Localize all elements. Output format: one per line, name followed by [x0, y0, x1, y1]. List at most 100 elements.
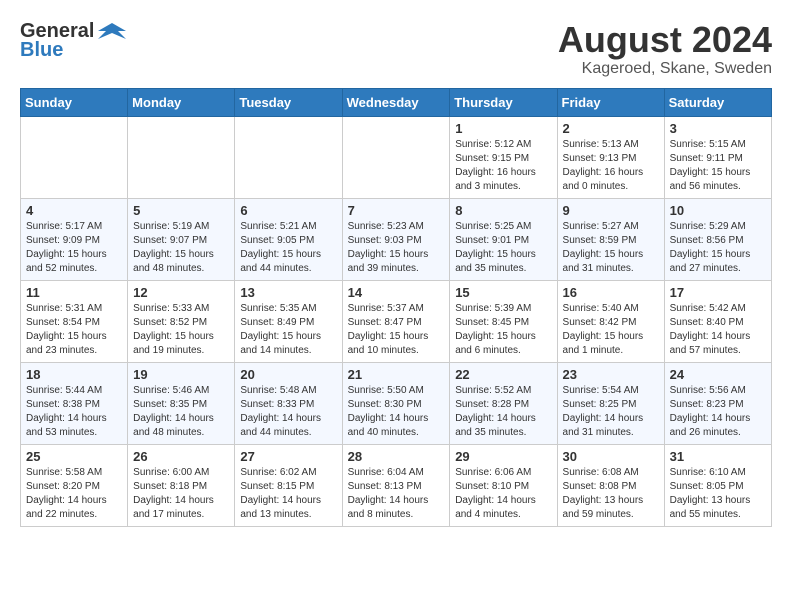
day-info: Sunrise: 5:52 AM Sunset: 8:28 PM Dayligh…	[455, 384, 551, 440]
calendar-cell: 21 Sunrise: 5:50 AM Sunset: 8:30 PM Dayli…	[342, 362, 450, 444]
day-info: Sunrise: 5:17 AM Sunset: 9:09 PM Dayligh…	[26, 220, 122, 276]
day-info: Sunrise: 5:29 AM Sunset: 8:56 PM Dayligh…	[670, 220, 766, 276]
day-info: Sunrise: 5:48 AM Sunset: 8:33 PM Dayligh…	[240, 384, 336, 440]
day-number: 19	[133, 367, 229, 382]
calendar-week-row: 25 Sunrise: 5:58 AM Sunset: 8:20 PM Dayli…	[21, 444, 772, 526]
calendar-cell: 1Sunrise: 5:12 AM Sunset: 9:15 PM Daylig…	[450, 116, 557, 198]
day-number: 9	[563, 203, 659, 218]
day-info: Sunrise: 5:27 AM Sunset: 8:59 PM Dayligh…	[563, 220, 659, 276]
logo-bird-icon	[98, 21, 126, 43]
calendar-cell	[235, 116, 342, 198]
location-subtitle: Kageroed, Skane, Sweden	[558, 60, 772, 78]
day-number: 24	[670, 367, 766, 382]
calendar-cell: 7Sunrise: 5:23 AM Sunset: 9:03 PM Daylig…	[342, 198, 450, 280]
title-section: August 2024 Kageroed, Skane, Sweden	[558, 20, 772, 78]
day-number: 11	[26, 285, 122, 300]
calendar-cell: 23 Sunrise: 5:54 AM Sunset: 8:25 PM Dayli…	[557, 362, 664, 444]
calendar-cell: 8Sunrise: 5:25 AM Sunset: 9:01 PM Daylig…	[450, 198, 557, 280]
day-number: 25	[26, 449, 122, 464]
day-number: 12	[133, 285, 229, 300]
day-info: Sunrise: 6:04 AM Sunset: 8:13 PM Dayligh…	[348, 466, 445, 522]
calendar-cell	[21, 116, 128, 198]
day-number: 2	[563, 121, 659, 136]
calendar-cell: 15 Sunrise: 5:39 AM Sunset: 8:45 PM Dayli…	[450, 280, 557, 362]
day-info: Sunrise: 5:15 AM Sunset: 9:11 PM Dayligh…	[670, 138, 766, 194]
day-info: Sunrise: 5:23 AM Sunset: 9:03 PM Dayligh…	[348, 220, 445, 276]
calendar-cell	[128, 116, 235, 198]
day-number: 6	[240, 203, 336, 218]
calendar-cell: 10Sunrise: 5:29 AM Sunset: 8:56 PM Dayli…	[664, 198, 771, 280]
calendar-cell: 24 Sunrise: 5:56 AM Sunset: 8:23 PM Dayli…	[664, 362, 771, 444]
weekday-header-saturday: Saturday	[664, 88, 771, 116]
weekday-header-wednesday: Wednesday	[342, 88, 450, 116]
calendar-cell: 11 Sunrise: 5:31 AM Sunset: 8:54 PM Dayli…	[21, 280, 128, 362]
calendar-cell: 13Sunrise: 5:35 AM Sunset: 8:49 PM Dayli…	[235, 280, 342, 362]
day-info: Sunrise: 6:02 AM Sunset: 8:15 PM Dayligh…	[240, 466, 336, 522]
calendar-cell: 22 Sunrise: 5:52 AM Sunset: 8:28 PM Dayli…	[450, 362, 557, 444]
calendar-cell: 29 Sunrise: 6:06 AM Sunset: 8:10 PM Dayli…	[450, 444, 557, 526]
calendar-cell: 25 Sunrise: 5:58 AM Sunset: 8:20 PM Dayli…	[21, 444, 128, 526]
day-info: Sunrise: 5:19 AM Sunset: 9:07 PM Dayligh…	[133, 220, 229, 276]
weekday-header-friday: Friday	[557, 88, 664, 116]
day-info: Sunrise: 5:12 AM Sunset: 9:15 PM Dayligh…	[455, 138, 551, 194]
day-number: 28	[348, 449, 445, 464]
calendar-header-row: SundayMondayTuesdayWednesdayThursdayFrid…	[21, 88, 772, 116]
calendar-cell: 3 Sunrise: 5:15 AM Sunset: 9:11 PM Daylig…	[664, 116, 771, 198]
calendar-cell: 20 Sunrise: 5:48 AM Sunset: 8:33 PM Dayli…	[235, 362, 342, 444]
logo-blue-text: Blue	[20, 39, 63, 62]
calendar-cell: 28 Sunrise: 6:04 AM Sunset: 8:13 PM Dayli…	[342, 444, 450, 526]
calendar-cell: 5 Sunrise: 5:19 AM Sunset: 9:07 PM Daylig…	[128, 198, 235, 280]
day-number: 31	[670, 449, 766, 464]
day-number: 23	[563, 367, 659, 382]
calendar-cell	[342, 116, 450, 198]
day-number: 18	[26, 367, 122, 382]
day-info: Sunrise: 5:21 AM Sunset: 9:05 PM Dayligh…	[240, 220, 336, 276]
calendar-cell: 4 Sunrise: 5:17 AM Sunset: 9:09 PM Daylig…	[21, 198, 128, 280]
day-info: Sunrise: 5:58 AM Sunset: 8:20 PM Dayligh…	[26, 466, 122, 522]
calendar-week-row: 4 Sunrise: 5:17 AM Sunset: 9:09 PM Daylig…	[21, 198, 772, 280]
calendar-cell: 26Sunrise: 6:00 AM Sunset: 8:18 PM Dayli…	[128, 444, 235, 526]
calendar-cell: 14Sunrise: 5:37 AM Sunset: 8:47 PM Dayli…	[342, 280, 450, 362]
day-info: Sunrise: 6:10 AM Sunset: 8:05 PM Dayligh…	[670, 466, 766, 522]
weekday-header-tuesday: Tuesday	[235, 88, 342, 116]
day-info: Sunrise: 6:08 AM Sunset: 8:08 PM Dayligh…	[563, 466, 659, 522]
day-number: 27	[240, 449, 336, 464]
day-info: Sunrise: 5:50 AM Sunset: 8:30 PM Dayligh…	[348, 384, 445, 440]
day-number: 13	[240, 285, 336, 300]
calendar-cell: 17Sunrise: 5:42 AM Sunset: 8:40 PM Dayli…	[664, 280, 771, 362]
day-number: 4	[26, 203, 122, 218]
day-number: 15	[455, 285, 551, 300]
day-info: Sunrise: 5:54 AM Sunset: 8:25 PM Dayligh…	[563, 384, 659, 440]
day-number: 30	[563, 449, 659, 464]
day-number: 5	[133, 203, 229, 218]
day-info: Sunrise: 5:56 AM Sunset: 8:23 PM Dayligh…	[670, 384, 766, 440]
weekday-header-thursday: Thursday	[450, 88, 557, 116]
day-info: Sunrise: 6:06 AM Sunset: 8:10 PM Dayligh…	[455, 466, 551, 522]
day-info: Sunrise: 5:33 AM Sunset: 8:52 PM Dayligh…	[133, 302, 229, 358]
day-number: 17	[670, 285, 766, 300]
calendar-cell: 19 Sunrise: 5:46 AM Sunset: 8:35 PM Dayli…	[128, 362, 235, 444]
day-info: Sunrise: 5:31 AM Sunset: 8:54 PM Dayligh…	[26, 302, 122, 358]
day-info: Sunrise: 5:25 AM Sunset: 9:01 PM Dayligh…	[455, 220, 551, 276]
day-number: 20	[240, 367, 336, 382]
day-number: 3	[670, 121, 766, 136]
day-number: 16	[563, 285, 659, 300]
page-header: General Blue August 2024 Kageroed, Skane…	[20, 20, 772, 78]
day-info: Sunrise: 5:46 AM Sunset: 8:35 PM Dayligh…	[133, 384, 229, 440]
calendar-cell: 6 Sunrise: 5:21 AM Sunset: 9:05 PM Daylig…	[235, 198, 342, 280]
calendar-week-row: 11 Sunrise: 5:31 AM Sunset: 8:54 PM Dayli…	[21, 280, 772, 362]
calendar-cell: 31 Sunrise: 6:10 AM Sunset: 8:05 PM Dayli…	[664, 444, 771, 526]
calendar-table: SundayMondayTuesdayWednesdayThursdayFrid…	[20, 88, 772, 527]
day-number: 29	[455, 449, 551, 464]
day-number: 22	[455, 367, 551, 382]
day-info: Sunrise: 5:44 AM Sunset: 8:38 PM Dayligh…	[26, 384, 122, 440]
calendar-cell: 18 Sunrise: 5:44 AM Sunset: 8:38 PM Dayli…	[21, 362, 128, 444]
weekday-header-monday: Monday	[128, 88, 235, 116]
day-info: Sunrise: 5:39 AM Sunset: 8:45 PM Dayligh…	[455, 302, 551, 358]
weekday-header-sunday: Sunday	[21, 88, 128, 116]
day-number: 21	[348, 367, 445, 382]
day-info: Sunrise: 5:37 AM Sunset: 8:47 PM Dayligh…	[348, 302, 445, 358]
calendar-cell: 9 Sunrise: 5:27 AM Sunset: 8:59 PM Daylig…	[557, 198, 664, 280]
logo: General Blue	[20, 20, 126, 62]
month-year-title: August 2024	[558, 20, 772, 60]
